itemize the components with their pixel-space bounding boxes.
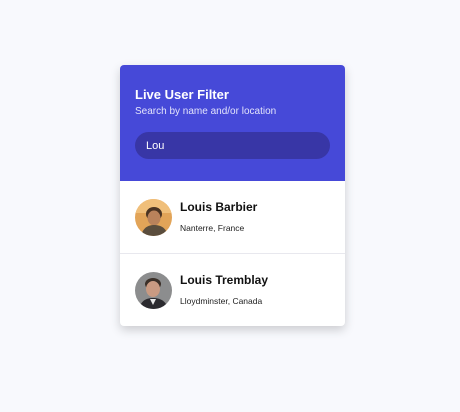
list-item[interactable]: Louis Tremblay Lloydminster, Canada <box>120 253 345 326</box>
avatar <box>135 271 172 309</box>
user-filter-card: Live User Filter Search by name and/or l… <box>120 65 345 326</box>
user-name: Louis Tremblay <box>180 273 269 287</box>
card-subtitle: Search by name and/or location <box>135 106 277 117</box>
user-name: Louis Barbier <box>180 200 258 214</box>
list-item[interactable]: Louis Barbier Nanterre, France <box>120 181 345 253</box>
person-photo-icon <box>135 198 172 236</box>
card-header: Live User Filter Search by name and/or l… <box>120 65 345 181</box>
search-input[interactable] <box>135 132 330 159</box>
avatar <box>135 198 172 236</box>
user-list: Louis Barbier Nanterre, France Louis Tre… <box>120 181 345 326</box>
user-location: Lloydminster, Canada <box>180 296 263 306</box>
card-title: Live User Filter <box>135 87 229 102</box>
person-photo-icon <box>135 271 172 309</box>
user-location: Nanterre, France <box>180 223 245 233</box>
